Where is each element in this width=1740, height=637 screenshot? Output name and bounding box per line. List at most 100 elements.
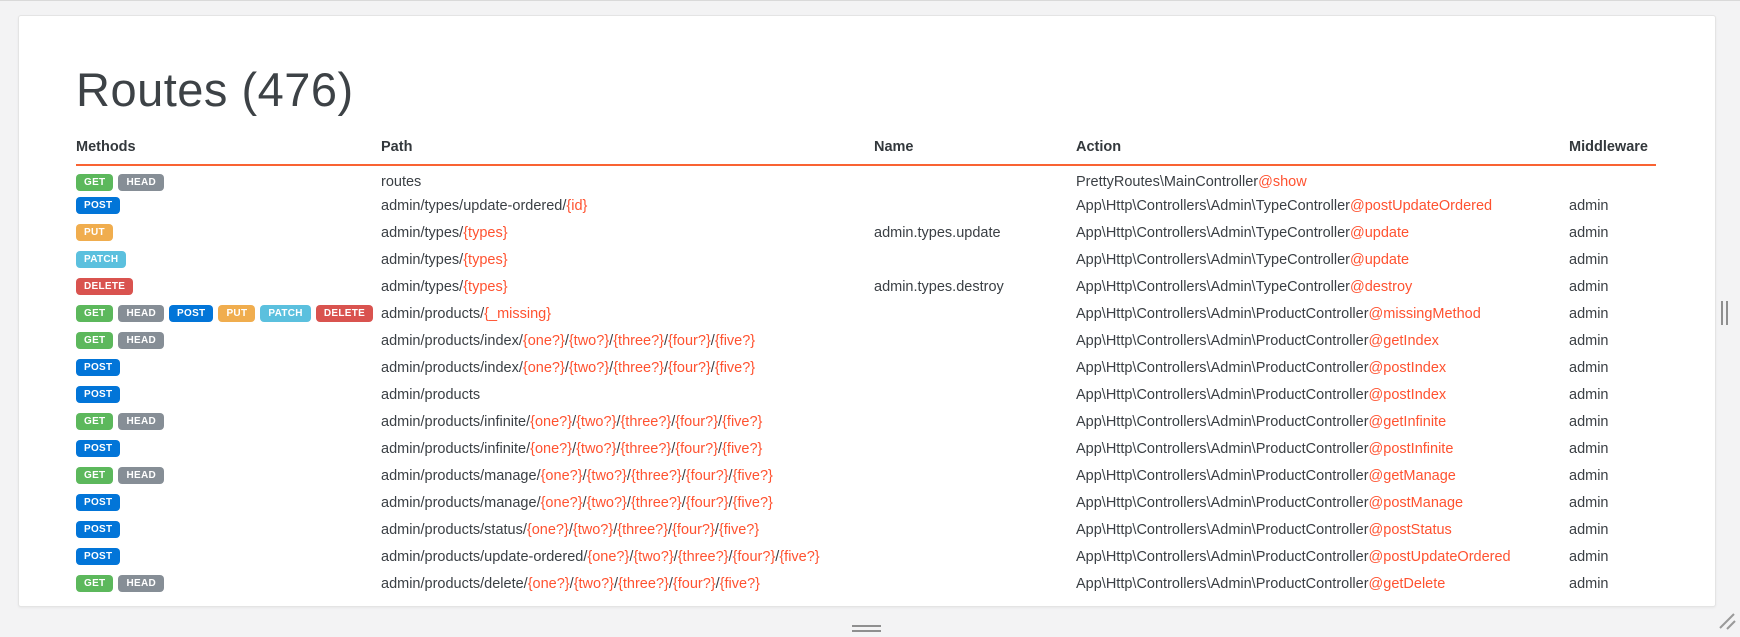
method-badge-put: PUT	[218, 305, 255, 322]
table-row: GET HEAD admin/products/manage/{one?}/{two…	[76, 462, 1656, 489]
route-path: admin/products/index/{one?}/{two?}/{thre…	[381, 327, 874, 354]
method-badge-put: PUT	[76, 224, 113, 241]
route-path: admin/types/{types}	[381, 273, 874, 300]
route-methods: GETHEAD	[76, 165, 381, 192]
route-name	[874, 246, 1076, 273]
corner-resize-grip-icon[interactable]	[1716, 610, 1736, 635]
route-middleware: admin	[1569, 327, 1656, 354]
route-name: admin.types.destroy	[874, 273, 1076, 300]
route-action: App\Http\Controllers\Admin\ProductContro…	[1076, 489, 1569, 516]
route-middleware: admin	[1569, 570, 1656, 597]
method-badge-post: POST	[76, 521, 120, 538]
route-path: admin/products/update-ordered/{one?}/{tw…	[381, 543, 874, 570]
route-middleware	[1569, 165, 1656, 192]
route-path: admin/types/{types}	[381, 219, 874, 246]
method-badge-post: POST	[76, 386, 120, 403]
route-name	[874, 489, 1076, 516]
route-path: routes	[381, 165, 874, 192]
method-badge-head: HEAD	[118, 413, 164, 430]
table-row: POSTadmin/types/update-ordered/{id}App\H…	[76, 192, 1656, 219]
route-action: App\Http\Controllers\Admin\TypeControlle…	[1076, 192, 1569, 219]
method-badge-delete: DELETE	[76, 278, 133, 295]
page: { "page": { "title": "Routes (476)" }, "…	[0, 0, 1740, 637]
method-badge-patch: PATCH	[260, 305, 310, 322]
table-row: PATCHadmin/types/{types}App\Http\Control…	[76, 246, 1656, 273]
route-path: admin/types/update-ordered/{id}	[381, 192, 874, 219]
route-name	[874, 570, 1076, 597]
method-badge-get: GET	[76, 305, 113, 322]
method-badge-head: HEAD	[118, 332, 164, 349]
method-badge-get: GET	[76, 413, 113, 430]
method-badge-get: GET	[76, 467, 113, 484]
routes-table-header: Methods Path Name Action Middleware	[76, 139, 1656, 165]
route-methods: PUT	[76, 219, 381, 246]
route-action: App\Http\Controllers\Admin\ProductContro…	[1076, 543, 1569, 570]
method-badge-post: POST	[76, 440, 120, 457]
route-action: App\Http\Controllers\Admin\ProductContro…	[1076, 462, 1569, 489]
route-middleware: admin	[1569, 489, 1656, 516]
method-badge-post: POST	[76, 494, 120, 511]
route-name	[874, 300, 1076, 327]
table-row: POSTadmin/products/infinite/{one?}/{two?…	[76, 435, 1656, 462]
route-methods: POST	[76, 543, 381, 570]
vertical-resize-handle-icon[interactable]	[1721, 301, 1728, 325]
route-middleware: admin	[1569, 300, 1656, 327]
route-action: App\Http\Controllers\Admin\ProductContro…	[1076, 570, 1569, 597]
route-name	[874, 354, 1076, 381]
method-badge-get: GET	[76, 174, 113, 191]
route-action: PrettyRoutes\MainController@show	[1076, 165, 1569, 192]
column-header-middleware: Middleware	[1569, 139, 1656, 165]
table-row: GETHEADadmin/products/delete/{one?}/{two…	[76, 570, 1656, 597]
page-title: Routes (476)	[76, 62, 1655, 117]
route-methods: POST	[76, 516, 381, 543]
method-badge-head: HEAD	[118, 575, 164, 592]
table-row: GETHEADPOSTPUTPATCHDELETEadmin/products/…	[76, 300, 1656, 327]
method-badge-post: POST	[76, 548, 120, 565]
route-path: admin/products/index/{one?}/{two?}/{thre…	[381, 354, 874, 381]
column-header-name: Name	[874, 139, 1076, 165]
route-name	[874, 165, 1076, 192]
route-action: App\Http\Controllers\Admin\ProductContro…	[1076, 381, 1569, 408]
method-badge-patch: PATCH	[76, 251, 126, 268]
route-action: App\Http\Controllers\Admin\ProductContro…	[1076, 408, 1569, 435]
route-methods: GETHEAD	[76, 570, 381, 597]
method-badge-post: POST	[76, 359, 120, 376]
method-badge-head: HEAD	[118, 467, 164, 484]
route-methods: GET HEAD	[76, 462, 381, 489]
route-name: admin.types.update	[874, 219, 1076, 246]
route-action: App\Http\Controllers\Admin\ProductContro…	[1076, 516, 1569, 543]
route-action: App\Http\Controllers\Admin\ProductContro…	[1076, 300, 1569, 327]
column-header-path: Path	[381, 139, 874, 165]
route-name	[874, 462, 1076, 489]
route-path: admin/products/manage/{one?}/{two?}/{thr…	[381, 462, 874, 489]
route-methods: PATCH	[76, 246, 381, 273]
routes-panel: Routes (476) Methods Path Name Action Mi…	[18, 15, 1716, 607]
route-name	[874, 543, 1076, 570]
table-row: POST admin/products/index/{one?}/{two?}/{…	[76, 354, 1656, 381]
route-name	[874, 516, 1076, 543]
route-action: App\Http\Controllers\Admin\TypeControlle…	[1076, 219, 1569, 246]
route-path: admin/types/{types}	[381, 246, 874, 273]
route-methods: POST	[76, 489, 381, 516]
route-methods: POST	[76, 354, 381, 381]
table-row: GET HEAD admin/products/index/{one?}/{two?…	[76, 327, 1656, 354]
route-middleware: admin	[1569, 408, 1656, 435]
route-name	[874, 381, 1076, 408]
table-row: POST admin/products/update-ordered/{one?}…	[76, 543, 1656, 570]
route-name	[874, 327, 1076, 354]
method-badge-delete: DELETE	[316, 305, 373, 322]
table-row: POST admin/products App\Http\Controllers\A…	[76, 381, 1656, 408]
table-row: POSTadmin/products/manage/{one?}/{two?}/…	[76, 489, 1656, 516]
route-methods: POST	[76, 435, 381, 462]
table-row: GETHEADroutes PrettyRoutes\MainController…	[76, 165, 1656, 192]
route-path: admin/products/delete/{one?}/{two?}/{thr…	[381, 570, 874, 597]
route-name	[874, 408, 1076, 435]
method-badge-post: POST	[169, 305, 213, 322]
method-badge-get: GET	[76, 332, 113, 349]
route-path: admin/products/{_missing}	[381, 300, 874, 327]
column-header-action: Action	[1076, 139, 1569, 165]
route-path: admin/products	[381, 381, 874, 408]
horizontal-resize-handle-icon[interactable]	[852, 625, 881, 632]
routes-table: Methods Path Name Action Middleware GETH…	[76, 139, 1656, 597]
route-middleware: admin	[1569, 543, 1656, 570]
